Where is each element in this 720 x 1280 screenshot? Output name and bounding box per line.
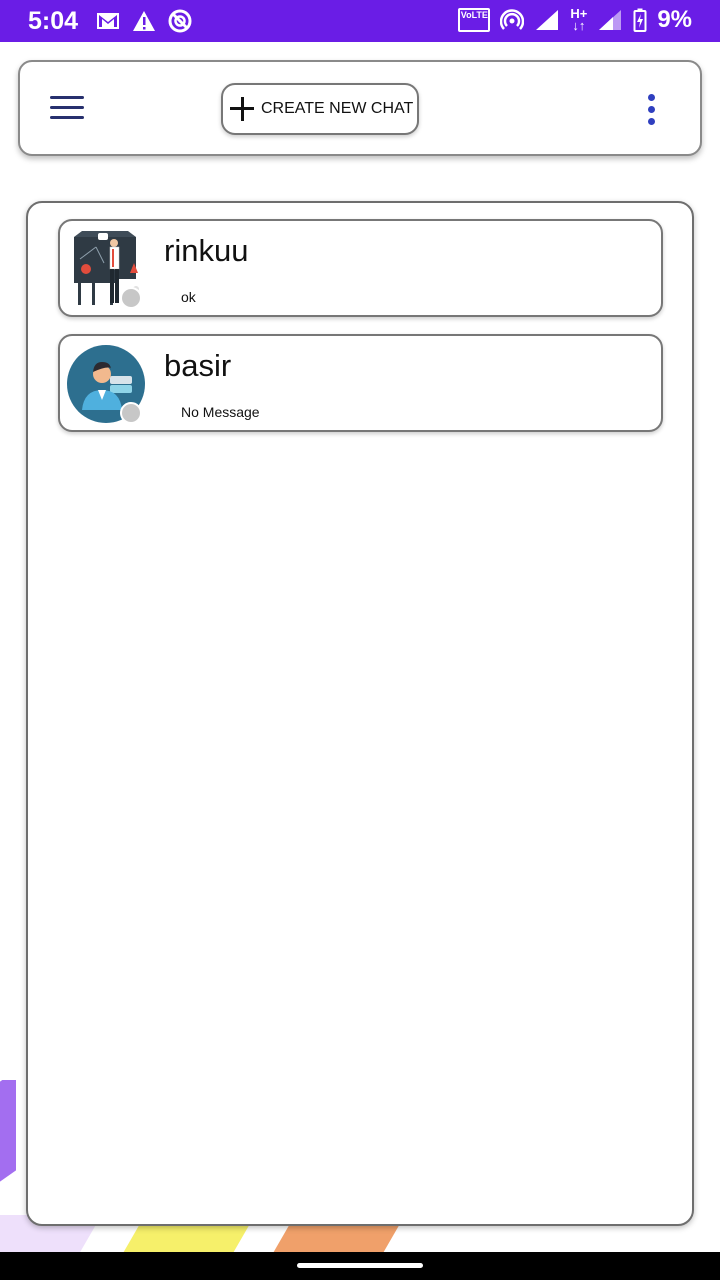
create-new-chat-button[interactable]: CREATE NEW CHAT (221, 83, 419, 135)
chat-name: rinkuu (164, 233, 249, 268)
more-vertical-icon[interactable] (648, 94, 658, 126)
network-type: H+ ↓↑ (570, 6, 588, 33)
hamburger-menu-icon[interactable] (50, 96, 84, 122)
chat-preview: No Message (181, 404, 260, 420)
hotspot-icon (500, 9, 525, 30)
status-bar: 5:04 VoLTE H+ ↓↑ 9% (0, 0, 720, 42)
app-header: CREATE NEW CHAT (18, 60, 702, 156)
create-chat-label: CREATE NEW CHAT (261, 100, 414, 117)
do-not-disturb-icon (168, 9, 192, 33)
gmail-icon (97, 13, 119, 29)
battery-percent: 9% (657, 6, 692, 33)
battery-charging-icon (633, 8, 647, 32)
volte-label: VoLTE (460, 10, 488, 20)
status-dot (120, 402, 142, 424)
status-time: 5:04 (28, 7, 79, 35)
system-nav-bar (0, 1252, 720, 1280)
volte-icon: VoLTE (458, 8, 491, 32)
signal-icon-2 (599, 10, 622, 30)
home-gesture-pill[interactable] (297, 1263, 423, 1268)
warning-icon (133, 11, 155, 31)
chat-item-rinkuu[interactable]: rinkuu ok (58, 219, 663, 317)
plus-icon (229, 96, 255, 122)
chat-list: rinkuu ok basir No Message (26, 201, 694, 1226)
status-dot (120, 287, 142, 309)
chat-name: basir (164, 348, 232, 383)
signal-icon (536, 10, 559, 30)
network-label: H+ (570, 6, 588, 21)
chat-preview: ok (181, 289, 196, 305)
chat-item-basir[interactable]: basir No Message (58, 334, 663, 432)
